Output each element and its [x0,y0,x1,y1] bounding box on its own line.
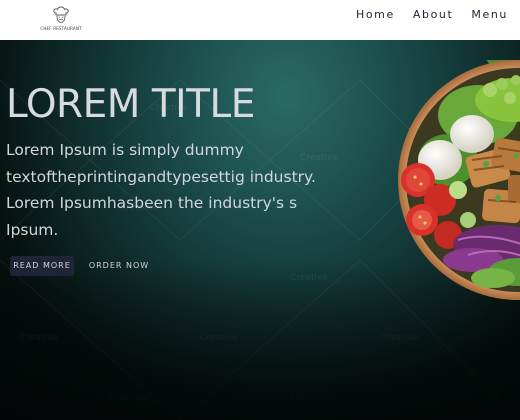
nav-home-link[interactable]: Home [356,8,395,21]
top-navbar: CHEF RESTAURANT Home About Menu [0,0,520,40]
brand-logo[interactable]: CHEF RESTAURANT [40,5,82,35]
nav-about-link[interactable]: About [413,8,454,21]
salad-bowl-image [398,60,520,300]
read-more-button[interactable]: READ MORE [10,256,74,276]
logo-text: CHEF RESTAURANT [40,26,82,31]
hero-description-line: Ipsum. [6,220,59,239]
nav-menu-link[interactable]: Menu [471,8,508,21]
hero-description-line: Lorem Ipsum is simply dummy [6,141,244,159]
hero-section: Creative Creative Creative Creative Crea… [0,40,520,420]
page: CHEF RESTAURANT Home About Menu Creative… [0,0,520,420]
order-now-button[interactable]: ORDER NOW [86,256,152,276]
chef-hat-icon [53,6,69,23]
main-nav: Home About Menu [356,8,508,21]
hero-description: Lorem Ipsum is simply dummy textofthepri… [6,137,351,243]
hero-title: LOREM TITLE [6,82,255,127]
hero-description-line: Lorem Ipsumhasbeen the industry's s [6,194,298,212]
hero-description-line: textoftheprintingandtypesettig industry. [6,167,316,186]
